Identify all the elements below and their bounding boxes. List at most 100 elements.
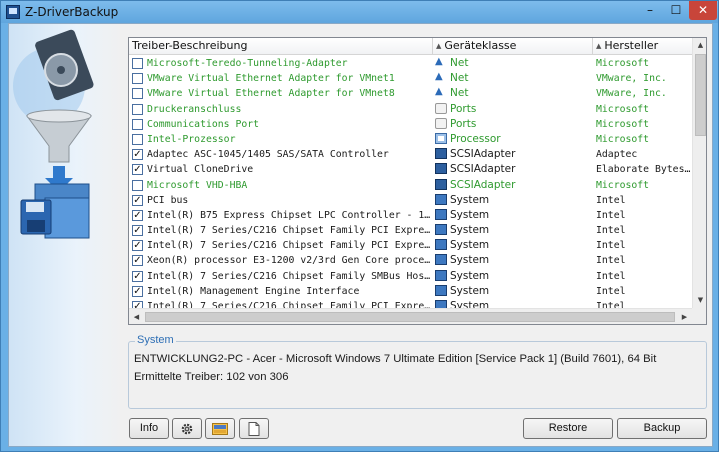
table-row[interactable]: ✓ Xeon(R) processor E3-1200 v2/3rd Gen Co… [129, 253, 692, 268]
vendor: Elaborate Bytes AG [596, 164, 692, 176]
checkmark-icon: ✓ [133, 225, 142, 237]
title-bar[interactable]: Z-DriverBackup – ☐ ✕ [1, 1, 718, 23]
document-icon [248, 422, 260, 436]
scroll-down-arrow-icon[interactable]: ▼ [693, 293, 706, 308]
row-checkbox[interactable]: ✓ [132, 209, 143, 221]
system-icon [435, 193, 447, 205]
checkmark-icon: ✓ [133, 164, 142, 176]
sidebar-banner [9, 24, 122, 446]
system-description: ENTWICKLUNG2-PC - Acer - Microsoft Windo… [134, 353, 657, 365]
client-area: Treiber-Beschreibung ▲ Geräteklasse ▲ Hers… [8, 23, 713, 447]
device-class: SCSIAdapter [435, 162, 593, 177]
row-checkbox[interactable] [132, 179, 143, 191]
table-row[interactable]: Microsoft VHD-HBA SCSIAdapter Microsoft [129, 178, 692, 193]
table-row[interactable]: ✓ PCI bus System Intel [129, 193, 692, 208]
driver-description: Microsoft VHD-HBA [147, 179, 248, 191]
table-row[interactable]: ✓ Intel(R) Management Engine Interface Sys… [129, 284, 692, 299]
gear-icon [181, 423, 193, 435]
row-checkbox[interactable] [132, 58, 143, 69]
close-button[interactable]: ✕ [689, 1, 717, 20]
column-header-vendor[interactable]: ▲ Hersteller [593, 38, 693, 55]
table-row[interactable]: ✓ Virtual CloneDrive SCSIAdapter Elaborate … [129, 162, 692, 177]
row-checkbox[interactable]: ✓ [132, 164, 143, 176]
scroll-corner [692, 308, 706, 324]
vendor: Intel [596, 225, 626, 237]
processor-icon [435, 132, 447, 144]
minimize-button[interactable]: – [637, 1, 663, 20]
table-row[interactable]: ✓ Adaptec ASC-1045/1405 SAS/SATA Controll… [129, 147, 692, 162]
scroll-right-arrow-icon[interactable]: ▶ [677, 309, 692, 324]
system-icon [435, 239, 447, 251]
table-row[interactable]: ✓ Intel(R) 7 Series/C216 Chipset Family S… [129, 269, 692, 284]
row-checkbox[interactable] [132, 103, 143, 115]
system-info-group: System ENTWICKLUNG2-PC - Acer - Microsof… [128, 334, 707, 409]
device-class-label: Net [450, 87, 469, 100]
vendor: Intel [596, 285, 626, 297]
system-icon [435, 269, 447, 281]
horizontal-scrollbar[interactable]: ◀ ▶ [129, 308, 692, 324]
table-row[interactable]: ✓ Intel(R) 7 Series/C216 Chipset Family P… [129, 238, 692, 253]
backup-button[interactable]: Backup [617, 418, 707, 439]
table-row[interactable]: Intel-Prozessor Processor Microsoft [129, 132, 692, 147]
table-row[interactable]: Microsoft-Teredo-Tunneling-Adapter Net Mic… [129, 56, 692, 71]
checkmark-icon: ✓ [133, 194, 142, 206]
device-class-label: System [450, 193, 490, 206]
table-row[interactable]: VMware Virtual Ethernet Adapter for VMne… [129, 71, 692, 86]
checkmark-icon: ✓ [133, 285, 142, 297]
driver-description: Intel(R) Management Engine Interface [147, 285, 360, 297]
row-checkbox[interactable]: ✓ [132, 240, 143, 252]
row-checkbox[interactable]: ✓ [132, 270, 143, 282]
row-checkbox[interactable]: ✓ [132, 149, 143, 161]
table-row[interactable]: Communications Port Ports Microsoft [129, 117, 692, 132]
driver-description: Intel(R) B75 Express Chipset LPC Control… [147, 209, 431, 221]
device-class: SCSIAdapter [435, 147, 593, 162]
scroll-left-arrow-icon[interactable]: ◀ [129, 309, 144, 324]
row-checkbox[interactable]: ✓ [132, 285, 143, 297]
drive-button[interactable] [205, 418, 235, 439]
scroll-up-arrow-icon[interactable]: ▲ [693, 38, 706, 53]
info-button[interactable]: Info [129, 418, 169, 439]
table-row[interactable]: ✓ Intel(R) 7 Series/C216 Chipset Family P… [129, 223, 692, 238]
vendor: Adaptec [596, 149, 638, 161]
log-button[interactable] [239, 418, 269, 439]
row-checkbox[interactable] [132, 118, 143, 130]
table-row[interactable]: VMware Virtual Ethernet Adapter for VMne… [129, 86, 692, 101]
driver-description: Xeon(R) processor E3-1200 v2/3rd Gen Cor… [147, 255, 431, 267]
maximize-button[interactable]: ☐ [663, 1, 689, 20]
settings-button[interactable] [172, 418, 202, 439]
vendor: Microsoft [596, 179, 650, 191]
column-header-device-class[interactable]: ▲ Geräteklasse [433, 38, 593, 55]
vendor: Intel [596, 270, 626, 282]
device-class-label: System [450, 284, 490, 297]
row-checkbox[interactable]: ✓ [132, 194, 143, 206]
driver-count: Ermittelte Treiber: 102 von 306 [134, 371, 289, 383]
row-checkbox[interactable] [132, 88, 143, 100]
table-row[interactable]: Druckeranschluss Ports Microsoft [129, 102, 692, 117]
row-checkbox[interactable] [132, 73, 143, 85]
driver-description: Adaptec ASC-1045/1405 SAS/SATA Controlle… [147, 149, 389, 161]
sort-arrow-icon: ▲ [436, 42, 442, 50]
checkmark-icon: ✓ [133, 240, 142, 252]
device-class-label: Ports [450, 117, 477, 130]
vertical-scroll-thumb[interactable] [695, 54, 706, 136]
vendor: VMware, Inc. [596, 73, 667, 85]
window-title: Z-DriverBackup [25, 5, 119, 19]
device-class-label: SCSIAdapter [450, 178, 516, 191]
port-icon [435, 102, 447, 114]
device-class-label: Ports [450, 102, 477, 115]
vertical-scrollbar[interactable]: ▲ ▼ [692, 38, 706, 308]
horizontal-scroll-thumb[interactable] [145, 312, 675, 322]
app-window: Z-DriverBackup – ☐ ✕ Treiber-Beschreibun… [0, 0, 719, 452]
row-checkbox[interactable]: ✓ [132, 255, 143, 267]
vendor: Microsoft [596, 58, 650, 69]
network-icon [435, 56, 447, 69]
restore-button[interactable]: Restore [523, 418, 613, 439]
column-header-description[interactable]: Treiber-Beschreibung [129, 38, 433, 55]
vendor: Microsoft [596, 133, 650, 145]
driver-list[interactable]: Treiber-Beschreibung ▲ Geräteklasse ▲ Hers… [128, 37, 707, 325]
table-row[interactable]: ✓ Intel(R) B75 Express Chipset LPC Contro… [129, 208, 692, 223]
port-icon [435, 117, 447, 129]
driver-backup-illustration [13, 29, 94, 239]
row-checkbox[interactable] [132, 133, 143, 145]
row-checkbox[interactable]: ✓ [132, 225, 143, 237]
